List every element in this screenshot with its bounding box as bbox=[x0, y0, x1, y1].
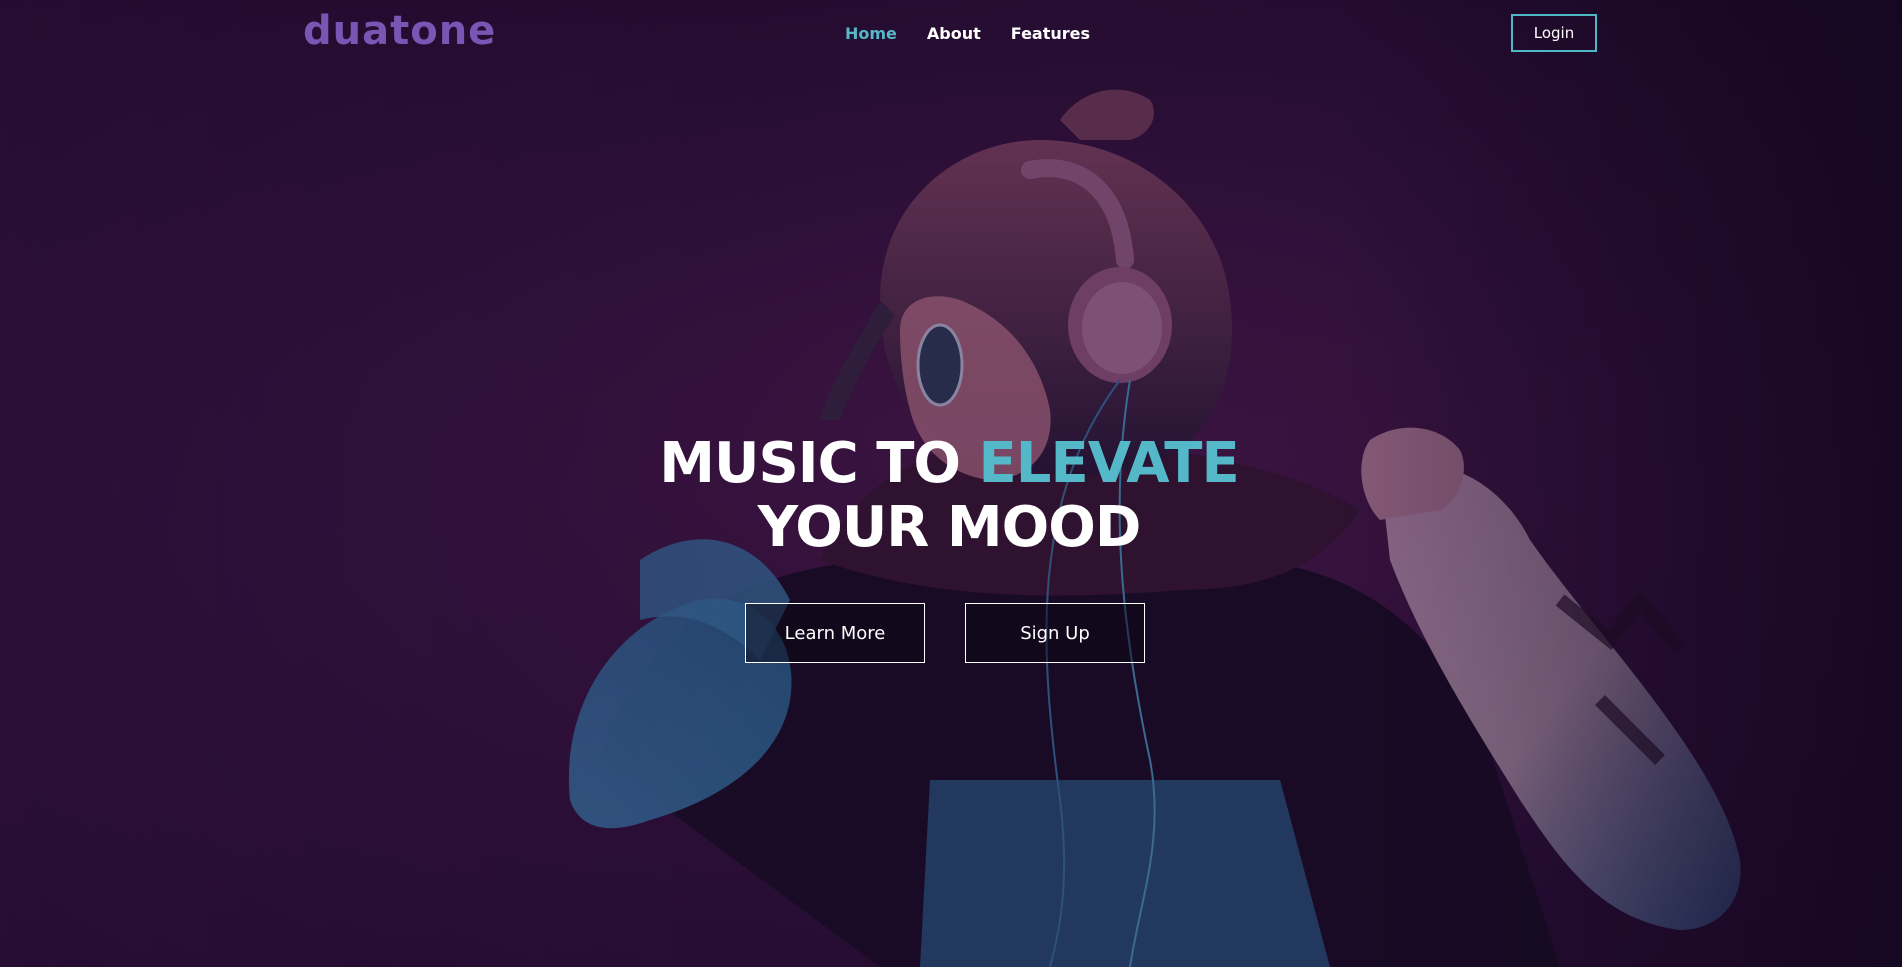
nav-links: Home About Features bbox=[845, 24, 1090, 43]
sign-up-button[interactable]: Sign Up bbox=[965, 603, 1145, 663]
hero-cta-row: Learn More Sign Up bbox=[745, 603, 1145, 663]
hero-heading: MUSIC TO ELEVATE YOUR MOOD bbox=[0, 432, 1902, 560]
login-button[interactable]: Login bbox=[1511, 14, 1597, 52]
hero-heading-line1: MUSIC TO ELEVATE bbox=[0, 432, 1900, 496]
brand-logo[interactable]: duatone bbox=[303, 8, 496, 54]
nav-link-about[interactable]: About bbox=[927, 24, 981, 43]
hero-heading-line2: YOUR MOOD bbox=[757, 495, 1142, 560]
hero-heading-accent: ELEVATE bbox=[978, 431, 1240, 496]
nav-link-features[interactable]: Features bbox=[1011, 24, 1090, 43]
nav-link-home[interactable]: Home bbox=[845, 24, 897, 43]
landing-page: duatone Home About Features Login MUSIC … bbox=[0, 0, 1902, 967]
navbar: duatone Home About Features Login bbox=[0, 0, 1902, 68]
hero-heading-text: MUSIC TO bbox=[659, 431, 979, 496]
learn-more-button[interactable]: Learn More bbox=[745, 603, 925, 663]
